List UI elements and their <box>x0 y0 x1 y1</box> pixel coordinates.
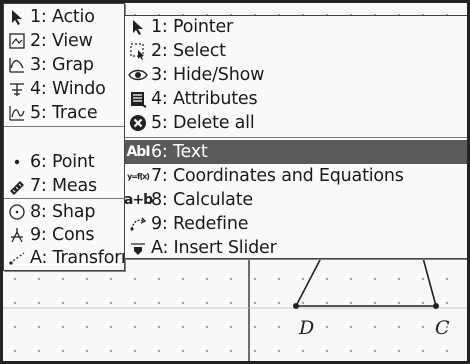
submenu-item-text[interactable]: AbI 6: Text <box>125 140 467 164</box>
pointer-arrow-icon <box>7 7 27 27</box>
main-menu: 1: Actio 2: View 3: Grap 4: Windo 5: Tra… <box>3 3 125 271</box>
delete-all-icon <box>128 113 148 133</box>
main-menu-item-view[interactable]: 2: View <box>4 29 93 53</box>
submenu-item-pointer[interactable]: 1: Pointer <box>125 15 467 39</box>
main-menu-item-shapes[interactable]: 8: Shap <box>4 200 95 224</box>
coordinates-equations-icon: y=f(x) <box>127 171 150 181</box>
point-c <box>433 303 439 309</box>
select-icon <box>128 41 148 61</box>
window-zoom-icon <box>7 79 27 99</box>
main-menu-item-actions[interactable]: 1: Actio <box>4 5 95 29</box>
main-menu-item-construction[interactable]: 9: Cons <box>4 223 95 247</box>
construction-icon <box>7 225 27 245</box>
calculate-icon: a+b <box>123 192 153 208</box>
submenu-separator <box>125 137 467 138</box>
submenu-item-insert-slider[interactable]: A: Insert Slider <box>125 236 467 260</box>
point-icon <box>7 152 27 172</box>
text-icon: AbI <box>126 144 150 160</box>
actions-submenu: 1: Pointer 2: Select 3: Hide/Show 4: Att… <box>123 15 467 260</box>
view-icon <box>7 31 27 51</box>
point-label-d: D <box>298 317 314 339</box>
graph-screen: D C 1: Actio 2: View 3: Grap 4: Windo 5:… <box>0 0 470 364</box>
slider-icon <box>128 238 148 258</box>
trace-icon <box>7 103 27 123</box>
redefine-icon <box>128 214 148 234</box>
graph-type-icon <box>7 55 27 75</box>
submenu-item-select[interactable]: 2: Select <box>125 39 467 63</box>
main-menu-item-graph-type[interactable]: 3: Grap <box>4 53 94 77</box>
submenu-item-delete-all[interactable]: 5: Delete all <box>125 111 467 135</box>
point-label-c: C <box>435 317 450 339</box>
main-menu-item-window-zoom[interactable]: 4: Windo <box>4 77 106 101</box>
submenu-item-attributes[interactable]: 4: Attributes <box>125 87 467 111</box>
measurement-ruler-icon <box>7 176 27 196</box>
main-menu-separator-2 <box>4 198 124 199</box>
eye-icon <box>128 65 148 85</box>
main-menu-item-measurement[interactable]: 7: Meas <box>4 174 97 198</box>
transformation-icon <box>7 248 27 268</box>
attributes-icon <box>128 89 148 109</box>
shapes-icon <box>7 202 27 222</box>
submenu-item-redefine[interactable]: 9: Redefine <box>125 212 467 236</box>
submenu-item-hide-show[interactable]: 3: Hide/Show <box>125 63 467 87</box>
pointer-arrow-icon <box>128 17 148 37</box>
point-d <box>293 303 299 309</box>
main-menu-item-points-lines[interactable]: 6: Point <box>4 150 95 174</box>
main-menu-item-trace[interactable]: 5: Trace <box>4 101 98 125</box>
submenu-item-coordinates-equations[interactable]: y=f(x) 7: Coordinates and Equations <box>125 164 467 188</box>
submenu-item-calculate[interactable]: a+b 8: Calculate <box>123 188 467 212</box>
main-menu-item-transformation[interactable]: A: Transformation <box>4 246 124 270</box>
main-menu-separator <box>4 126 124 127</box>
